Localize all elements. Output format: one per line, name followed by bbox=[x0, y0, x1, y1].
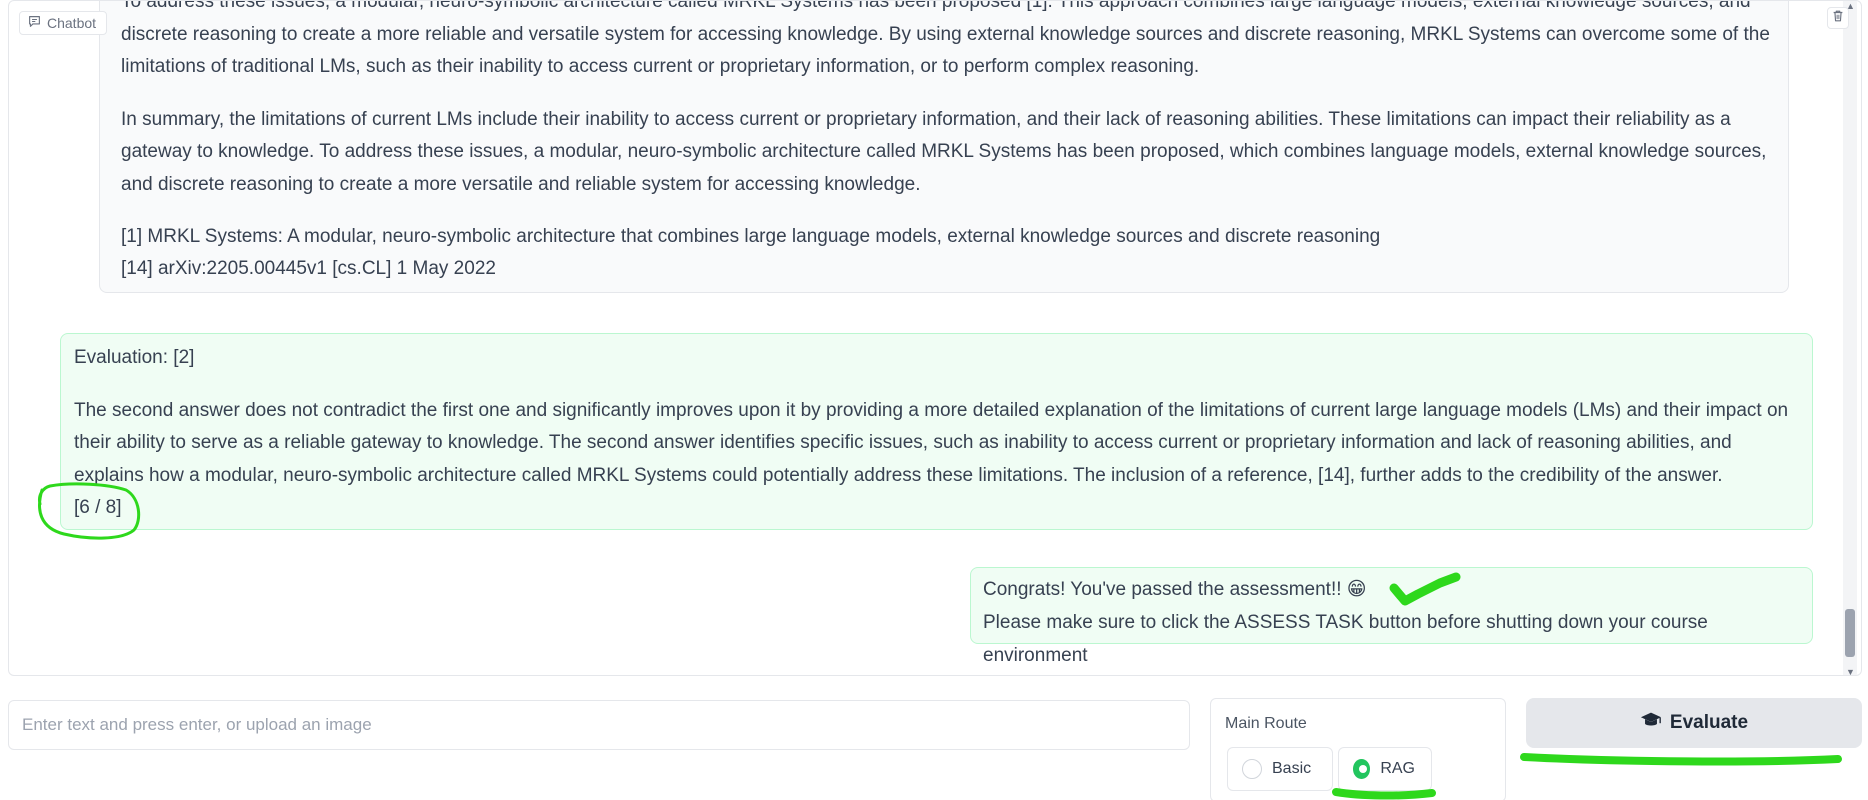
evaluation-title: Evaluation: [2] bbox=[74, 347, 195, 368]
evaluate-button[interactable]: Evaluate bbox=[1526, 698, 1862, 748]
route-option-label: Basic bbox=[1272, 760, 1312, 777]
reference-item: [14] arXiv:2205.00445v1 [cs.CL] 1 May 20… bbox=[121, 258, 496, 279]
scrollbar-thumb[interactable] bbox=[1845, 609, 1855, 657]
route-option-basic[interactable]: Basic bbox=[1227, 747, 1333, 791]
user-message-line: Please make sure to click the ASSESS TAS… bbox=[983, 612, 1708, 666]
radio-selected-icon[interactable] bbox=[1353, 759, 1371, 779]
evaluation-body: The second answer does not contradict th… bbox=[74, 399, 1789, 486]
route-option-rag[interactable]: RAG bbox=[1338, 747, 1432, 791]
chatbot-label: Chatbot bbox=[19, 11, 108, 35]
bot-message-paragraph: In summary, the limitations of current L… bbox=[121, 108, 1767, 195]
chat-scrollbar[interactable]: ▲ ▼ bbox=[1843, 1, 1857, 675]
main-route-title: Main Route bbox=[1225, 715, 1307, 732]
trash-icon bbox=[1831, 9, 1845, 28]
user-message-line: Congrats! You've passed the assessment!!… bbox=[983, 579, 1367, 600]
evaluation-score: [6 / 8] bbox=[74, 497, 122, 518]
evaluation-message: Evaluation: [2] The second answer does n… bbox=[60, 333, 1813, 530]
chatbot-panel[interactable]: To address these issues, a modular, neur… bbox=[8, 0, 1862, 676]
bot-message: To address these issues, a modular, neur… bbox=[99, 0, 1789, 293]
graduation-cap-icon bbox=[1640, 710, 1662, 736]
radio-unselected-icon[interactable] bbox=[1242, 759, 1262, 779]
scroll-down-arrow-icon[interactable]: ▼ bbox=[1846, 667, 1855, 675]
clear-chat-button[interactable] bbox=[1827, 7, 1849, 29]
reference-item: [1] MRKL Systems: A modular, neuro-symbo… bbox=[121, 226, 1381, 247]
evaluate-button-label: Evaluate bbox=[1669, 712, 1749, 733]
chat-icon bbox=[28, 15, 41, 31]
route-option-label: RAG bbox=[1380, 760, 1415, 777]
bot-message-references: [1] MRKL Systems: A modular, neuro-symbo… bbox=[121, 221, 1770, 285]
bot-message-paragraph: To address these issues, a modular, neur… bbox=[121, 0, 1770, 77]
user-message: Congrats! You've passed the assessment!!… bbox=[970, 567, 1813, 666]
main-route-panel: Main Route Basic RAG bbox=[1210, 698, 1506, 800]
message-input[interactable] bbox=[8, 700, 1190, 750]
chatbot-label-text: Chatbot bbox=[47, 15, 97, 31]
evaluate-underline-annotation bbox=[1520, 753, 1842, 766]
